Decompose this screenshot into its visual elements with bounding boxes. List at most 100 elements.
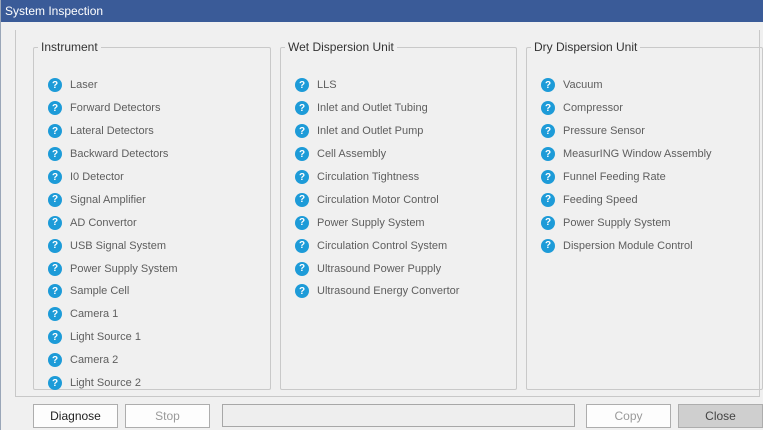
diagnose-button[interactable]: Diagnose: [33, 404, 118, 428]
list-item: ? Dispersion Module Control: [541, 234, 712, 257]
question-mark-icon: ?: [295, 284, 309, 299]
question-mark-icon: ?: [295, 215, 309, 230]
item-label: Circulation Control System: [317, 239, 448, 252]
item-label: I0 Detector: [70, 171, 124, 183]
item-label: Feeding Speed: [563, 193, 638, 206]
list-item: ? Light Source 1: [48, 326, 178, 349]
question-mark-icon: ?: [295, 78, 309, 93]
question-mark-icon: ?: [541, 78, 555, 93]
list-item: ? Circulation Control System: [295, 234, 459, 257]
question-mark-icon: ?: [541, 101, 555, 116]
list-item: ? Lateral Detectors: [48, 120, 178, 143]
question-mark-icon: ?: [48, 353, 62, 368]
list-item: ? Sample Cell: [48, 280, 178, 303]
instrument-list: ? Laser? Forward Detectors? Lateral Detecto…: [48, 74, 178, 394]
item-label: MeasurING Window Assembly: [563, 148, 712, 161]
list-item: ? Inlet and Outlet Tubing: [295, 97, 459, 120]
item-label: LLS: [317, 79, 337, 92]
question-mark-icon: ?: [295, 261, 309, 276]
list-item: ? Power Supply System: [541, 211, 712, 234]
item-label: Light Source 1: [70, 331, 141, 344]
item-label: USB Signal System: [70, 239, 166, 252]
list-item: ? AD Convertor: [48, 211, 178, 234]
group-wet-dispersion-unit: Wet Dispersion Unit ? LLS? Inlet and Outle…: [280, 40, 517, 390]
question-mark-icon: ?: [48, 147, 62, 162]
list-item: ? Ultrasound Energy Convertor: [295, 280, 459, 303]
item-label: Camera 2: [70, 354, 119, 367]
list-item: ? Laser: [48, 74, 178, 97]
stop-button[interactable]: Stop: [125, 404, 210, 428]
item-label: Forward Detectors: [70, 102, 161, 115]
title-bar[interactable]: System Inspection: [1, 0, 763, 22]
item-label: Ultrasound Power Pupply: [317, 262, 442, 275]
item-label: Backward Detectors: [70, 148, 169, 161]
question-mark-icon: ?: [295, 101, 309, 116]
item-label: Lateral Detectors: [70, 125, 154, 138]
group-title: Instrument: [41, 40, 98, 54]
group-title: Wet Dispersion Unit: [288, 40, 394, 54]
question-mark-icon: ?: [295, 124, 309, 139]
question-mark-icon: ?: [48, 101, 62, 116]
list-item: ? Signal Amplifier: [48, 188, 178, 211]
question-mark-icon: ?: [541, 238, 555, 253]
list-item: ? Compressor: [541, 97, 712, 120]
question-mark-icon: ?: [48, 284, 62, 299]
item-label: Compressor: [563, 102, 623, 115]
item-label: Inlet and Outlet Tubing: [317, 102, 428, 115]
question-mark-icon: ?: [295, 170, 309, 184]
question-mark-icon: ?: [48, 261, 62, 276]
group-title: Dry Dispersion Unit: [534, 40, 638, 54]
list-item: ? Power Supply System: [48, 257, 178, 280]
question-mark-icon: ?: [48, 215, 62, 230]
window-title: System Inspection: [5, 4, 104, 18]
item-label: Ultrasound Energy Convertor: [317, 285, 460, 298]
item-label: Laser: [70, 79, 98, 92]
item-label: AD Convertor: [70, 216, 137, 229]
question-mark-icon: ?: [541, 147, 555, 162]
item-label: Vacuum: [563, 79, 603, 92]
item-label: Signal Amplifier: [70, 193, 146, 206]
question-mark-icon: ?: [295, 238, 309, 253]
group-dry-dispersion-unit: Dry Dispersion Unit ? Vacuum? Compressor? P…: [526, 40, 763, 390]
list-item: ? Forward Detectors: [48, 97, 178, 120]
item-label: Pressure Sensor: [563, 125, 645, 138]
list-item: ? LLS: [295, 74, 459, 97]
list-item: ? Vacuum: [541, 74, 712, 97]
question-mark-icon: ?: [48, 124, 62, 139]
item-label: Light Source 2: [70, 377, 141, 390]
list-item: ? Circulation Motor Control: [295, 188, 459, 211]
question-mark-icon: ?: [48, 78, 62, 93]
list-item: ? Camera 2: [48, 349, 178, 372]
question-mark-icon: ?: [541, 215, 555, 230]
system-inspection-dialog: System Inspection Instrument ? Laser? Forw…: [0, 0, 763, 430]
close-button[interactable]: Close: [678, 404, 763, 428]
list-item: ? Pressure Sensor: [541, 120, 712, 143]
list-item: ? Funnel Feeding Rate: [541, 166, 712, 189]
item-label: Power Supply System: [563, 216, 671, 229]
question-mark-icon: ?: [541, 192, 555, 207]
item-label: Funnel Feeding Rate: [563, 171, 666, 183]
list-item: ? Power Supply System: [295, 211, 459, 234]
list-item: ? USB Signal System: [48, 234, 178, 257]
question-mark-icon: ?: [541, 170, 555, 184]
item-label: Circulation Tightness: [317, 171, 420, 183]
item-label: Power Supply System: [70, 262, 178, 275]
list-item: ? Feeding Speed: [541, 188, 712, 211]
item-label: Circulation Motor Control: [317, 193, 439, 206]
item-label: Camera 1: [70, 308, 119, 321]
question-mark-icon: ?: [48, 192, 62, 207]
question-mark-icon: ?: [48, 376, 62, 391]
list-item: ? Cell Assembly: [295, 143, 459, 166]
list-item: ? Inlet and Outlet Pump: [295, 120, 459, 143]
group-instrument: Instrument ? Laser? Forward Detectors? Late…: [33, 40, 271, 391]
question-mark-icon: ?: [48, 330, 62, 345]
item-label: Inlet and Outlet Pump: [317, 125, 424, 138]
copy-button[interactable]: Copy: [586, 404, 671, 428]
item-label: Cell Assembly: [317, 148, 387, 161]
question-mark-icon: ?: [541, 124, 555, 139]
dry-dispersion-list: ? Vacuum? Compressor? Pressure Sensor? Measu…: [541, 74, 712, 257]
item-label: Power Supply System: [317, 216, 425, 229]
list-item: ? Backward Detectors: [48, 143, 178, 166]
list-item: ? Circulation Tightness: [295, 166, 459, 189]
list-item: ? MeasurING Window Assembly: [541, 143, 712, 166]
